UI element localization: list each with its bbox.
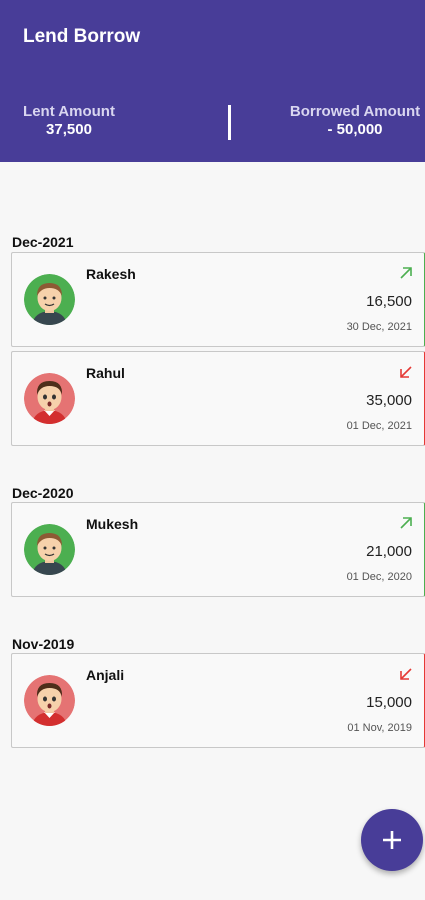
arrow-up-right-icon xyxy=(400,267,412,279)
borrowed-amount-value: - 50,000 xyxy=(327,121,383,138)
transaction-date: 01 Dec, 2021 xyxy=(346,420,412,432)
plus-icon xyxy=(383,831,401,849)
add-transaction-button[interactable] xyxy=(361,809,423,871)
lent-amount-value: 37,500 xyxy=(46,121,92,138)
section-header-dec-2021: Dec-2021 xyxy=(12,234,74,250)
summary-bar: Lent Amount 37,500 Borrowed Amount - 50,… xyxy=(0,103,425,143)
person-name: Rahul xyxy=(86,365,125,381)
transaction-card-mukesh[interactable]: Mukesh 21,000 01 Dec, 2020 xyxy=(11,502,425,597)
transaction-amount: 15,000 xyxy=(366,694,412,711)
avatar-rakesh xyxy=(24,274,75,325)
summary-divider xyxy=(228,105,231,140)
transaction-amount: 35,000 xyxy=(366,392,412,409)
transaction-card-rakesh[interactable]: Rakesh 16,500 30 Dec, 2021 xyxy=(11,252,425,347)
transaction-date: 01 Nov, 2019 xyxy=(347,722,412,734)
borrowed-summary: Borrowed Amount - 50,000 xyxy=(289,103,421,138)
transaction-date: 30 Dec, 2021 xyxy=(346,321,412,333)
avatar-rahul xyxy=(24,373,75,424)
transaction-amount: 21,000 xyxy=(366,543,412,560)
transaction-date: 01 Dec, 2020 xyxy=(346,571,412,583)
section-header-dec-2020: Dec-2020 xyxy=(12,485,74,501)
avatar-anjali xyxy=(24,675,75,726)
person-name: Mukesh xyxy=(86,516,139,532)
borrowed-amount-label: Borrowed Amount xyxy=(289,103,421,120)
transaction-amount: 16,500 xyxy=(366,293,412,310)
arrow-up-right-icon xyxy=(400,517,412,529)
person-name: Rakesh xyxy=(86,266,136,282)
transaction-card-anjali[interactable]: Anjali 15,000 01 Nov, 2019 xyxy=(11,653,425,748)
app-bar: Lend Borrow Lent Amount 37,500 Borrowed … xyxy=(0,0,425,162)
avatar-mukesh xyxy=(24,524,75,575)
section-header-nov-2019: Nov-2019 xyxy=(12,636,75,652)
transaction-card-rahul[interactable]: Rahul 35,000 01 Dec, 2021 xyxy=(11,351,425,446)
lent-amount-label: Lent Amount xyxy=(23,103,115,120)
lent-summary: Lent Amount 37,500 xyxy=(23,103,115,138)
app-title: Lend Borrow xyxy=(23,26,141,47)
arrow-down-left-icon xyxy=(400,366,412,378)
person-name: Anjali xyxy=(86,667,125,683)
arrow-down-left-icon xyxy=(400,668,412,680)
